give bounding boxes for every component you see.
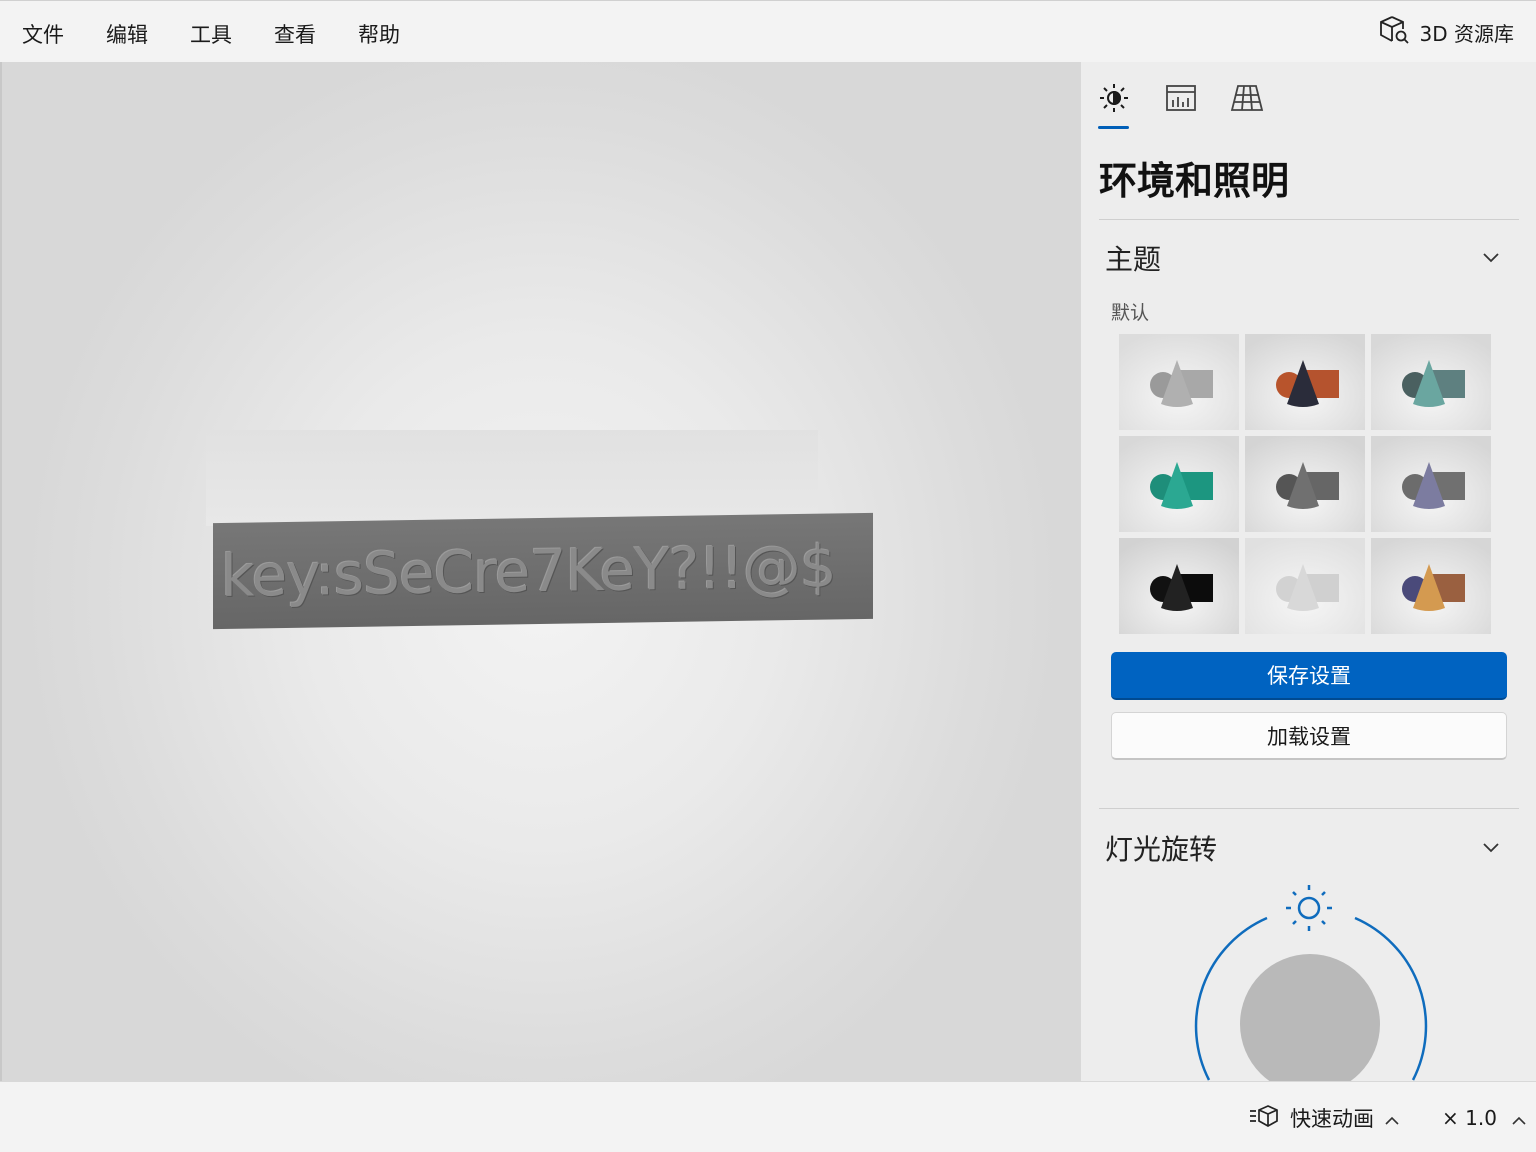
3d-library-label: 3D 资源库 — [1419, 21, 1514, 46]
light-rotation-dial[interactable] — [1181, 880, 1441, 1081]
animation-icon — [1248, 1103, 1280, 1134]
theme-thumbnail[interactable] — [1119, 538, 1239, 634]
menu-help[interactable]: 帮助 — [358, 19, 400, 49]
light-rotation-header[interactable]: 灯光旋转 — [1105, 828, 1217, 868]
selected-theme-name: 默认 — [1111, 302, 1150, 324]
theme-thumbnail[interactable] — [1119, 436, 1239, 532]
save-settings-button[interactable]: 保存设置 — [1111, 652, 1507, 700]
3d-library-button[interactable]: 3D 资源库 — [1378, 15, 1514, 49]
menu-bar: 文件 编辑 工具 查看 帮助 3D 资源库 — [0, 0, 1536, 62]
chevron-up-icon[interactable] — [1384, 1110, 1400, 1126]
stats-icon[interactable] — [1163, 80, 1199, 116]
theme-thumbnail[interactable] — [1371, 538, 1491, 634]
theme-thumbnail[interactable] — [1119, 334, 1239, 430]
cube-search-icon — [1378, 14, 1410, 51]
tab-selected-indicator — [1098, 126, 1129, 129]
environment-panel: 环境和照明 主题 默认 保存设置 加载设置 灯光旋转 — [1081, 62, 1536, 1081]
menu-view[interactable]: 查看 — [274, 19, 316, 49]
menu-file[interactable]: 文件 — [22, 19, 64, 49]
theme-thumbnail[interactable] — [1371, 436, 1491, 532]
3d-text-model[interactable]: key:sSeCre7KeY?!!@$ — [213, 512, 873, 630]
chevron-up-icon[interactable] — [1511, 1110, 1527, 1126]
panel-title: 环境和照明 — [1099, 159, 1290, 203]
theme-thumbnail[interactable] — [1245, 538, 1365, 634]
chevron-down-icon[interactable] — [1482, 838, 1500, 856]
divider — [1099, 808, 1519, 809]
theme-grid — [1119, 334, 1493, 634]
menu-tools[interactable]: 工具 — [190, 19, 232, 49]
theme-thumbnail[interactable] — [1245, 436, 1365, 532]
divider — [1099, 219, 1519, 220]
light-handle-sun-icon — [1286, 885, 1332, 931]
3d-viewport[interactable]: key:sSeCre7KeY?!!@$ — [0, 62, 1081, 1081]
chevron-down-icon[interactable] — [1482, 248, 1500, 266]
menu-edit[interactable]: 编辑 — [106, 19, 148, 49]
model-text: key:sSeCre7KeY?!!@$ — [221, 532, 836, 611]
speed-selector[interactable]: × 1.0 — [1442, 1104, 1527, 1132]
theme-thumbnail[interactable] — [1371, 334, 1491, 430]
speed-label: × 1.0 — [1442, 1106, 1497, 1130]
theme-section-header[interactable]: 主题 — [1105, 238, 1161, 278]
sun-icon[interactable] — [1096, 80, 1132, 116]
model-top-face — [206, 430, 818, 526]
app-window: 文件 编辑 工具 查看 帮助 3D 资源库 key:sSeCre7KeY?!!@… — [0, 0, 1536, 1152]
status-bar: 快速动画 × 1.0 — [0, 1081, 1536, 1152]
animation-selector[interactable]: 快速动画 — [1248, 1104, 1400, 1132]
animation-label: 快速动画 — [1290, 1107, 1374, 1131]
load-settings-button[interactable]: 加载设置 — [1111, 712, 1507, 760]
grid-icon[interactable] — [1229, 80, 1265, 116]
theme-thumbnail[interactable] — [1245, 334, 1365, 430]
